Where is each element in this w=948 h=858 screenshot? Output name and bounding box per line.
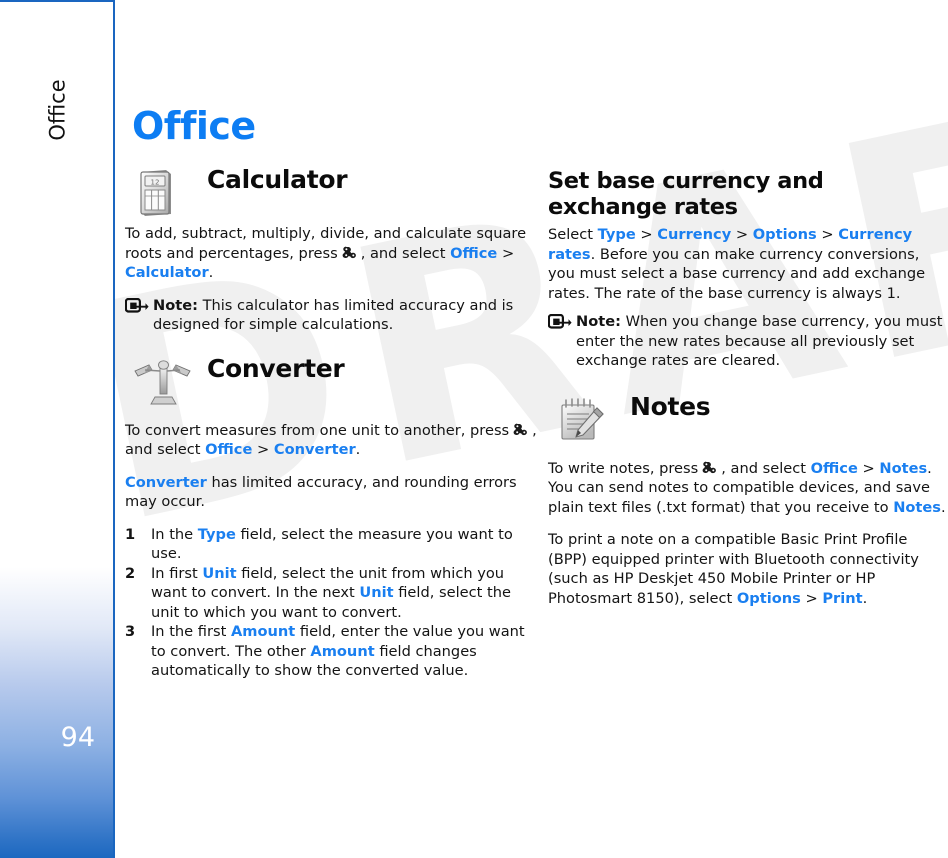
note-text: This calculator has limited accuracy and… [153,296,514,334]
menu-key-icon [701,460,718,476]
separator-gt: > [862,459,875,477]
converter-intro-paragraph: To convert measures from one unit to ano… [125,421,539,460]
link-converter[interactable]: Converter [125,474,207,491]
converter-steps-list: 1 In the Type field, select the measure y… [125,525,539,681]
calculator-heading-text: Calculator [207,165,348,194]
period: . [590,245,596,263]
calculator-intro-paragraph: To add, subtract, multiply, divide, and … [125,224,539,283]
link-calculator[interactable]: Calculator [125,264,209,281]
notes-heading-text: Notes [630,391,711,421]
currency-note: Note: When you change base currency, you… [547,312,948,371]
step-link[interactable]: Unit [359,584,393,601]
menu-key-icon [512,422,529,438]
period: . [862,589,868,607]
notes-section-heading: Notes [548,391,948,441]
notes-intro-paragraph: To write notes, press , and select Office… [548,459,948,518]
converter-accuracy-paragraph: Converter has limited accuracy, and roun… [125,473,539,512]
currency-body-text: Before you can make currency conversions… [548,245,926,302]
converter-intro-text-1: To convert measures from one unit to ano… [125,421,510,439]
scale-icon [133,357,191,407]
step-number: 3 [125,623,136,640]
separator-gt: > [640,226,653,243]
separator-gt: > [821,226,834,243]
note-label: Note: [576,313,621,330]
svg-text:12: 12 [151,179,160,187]
select-word: Select [548,226,594,243]
link-notes[interactable]: Notes [893,499,941,516]
calculator-intro-text-2: , and select [360,244,446,262]
separator-gt: > [256,441,270,458]
step-number: 1 [125,525,136,543]
notes-intro-text-1: To write notes, press [548,459,699,477]
link-type[interactable]: Type [598,226,636,243]
link-options[interactable]: Options [737,590,801,607]
left-column: 12 Calculator To add, subtract, multiply… [124,165,539,681]
page-sidebar: Office 94 [0,0,115,858]
step-link[interactable]: Type [198,526,236,543]
link-currency[interactable]: Currency [657,226,731,243]
notes-print-paragraph: To print a note on a compatible Basic Pr… [548,530,948,608]
period: . [941,498,946,516]
step-text: In the [151,525,198,543]
currency-heading: Set base currency and exchange rates [548,168,824,220]
link-options[interactable]: Options [753,226,817,243]
step-link[interactable]: Amount [231,623,295,640]
period: . [355,441,361,458]
notepad-pen-icon [556,395,610,445]
manual-page: DRAFT Office 94 Office 12 Calculator To … [0,0,948,858]
step-text: In first [151,564,203,582]
note-arrow-icon [547,313,572,330]
link-office[interactable]: Office [205,441,252,458]
notes-intro-text-2: , and select [721,459,806,477]
page-number: 94 [60,722,95,753]
period: . [208,264,214,281]
link-office[interactable]: Office [450,245,497,262]
separator-gt: > [735,226,749,243]
link-notes[interactable]: Notes [879,460,927,477]
step-text: In the first [151,623,231,640]
step-link[interactable]: Unit [202,565,236,582]
menu-key-icon [341,245,358,261]
link-converter[interactable]: Converter [274,441,356,458]
calculator-icon: 12 [133,168,187,218]
link-print[interactable]: Print [822,590,862,607]
step-number: 2 [125,564,136,582]
note-label: Note: [153,296,198,314]
converter-step: 2 In first Unit field, select the unit fr… [125,564,539,623]
link-office[interactable]: Office [811,460,858,477]
converter-step: 1 In the Type field, select the measure y… [125,525,539,564]
right-column: Set base currency and exchange rates Sel… [547,168,948,621]
note-text: When you change base currency, you must … [576,313,943,369]
converter-step: 3 In the first Amount field, enter the va… [125,622,539,681]
page-title: Office [132,104,256,148]
separator-gt: > [805,589,818,607]
currency-select-paragraph: Select Type > Currency > Options > Curre… [548,225,948,303]
converter-section-heading: Converter [125,353,539,404]
calculator-section-heading: 12 Calculator [125,165,539,216]
note-arrow-icon [124,297,149,314]
page-content: Office 12 Calculator To add, subtract, m… [115,0,948,858]
calculator-note: Note: This calculator has limited accura… [124,296,539,335]
converter-heading-text: Converter [207,353,345,383]
sidebar-chapter-tab: Office [45,79,70,141]
separator-gt: > [501,244,515,262]
step-link[interactable]: Amount [310,643,374,660]
